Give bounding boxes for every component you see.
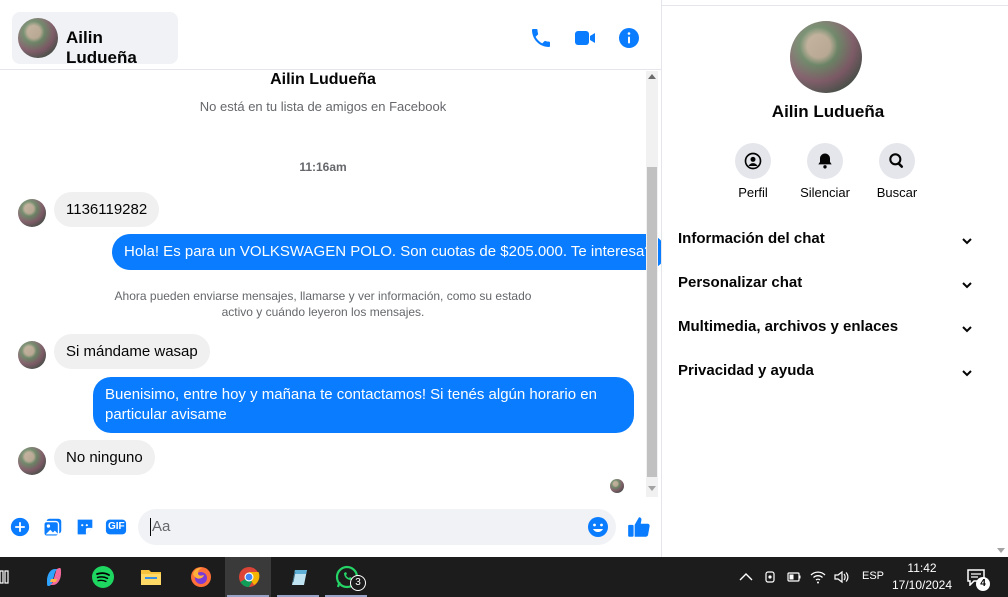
chevron-down-icon [962, 326, 972, 333]
message-input[interactable]: Aa [138, 509, 616, 545]
search-button[interactable]: Buscar [861, 143, 933, 200]
avatar[interactable] [790, 21, 862, 93]
battery-icon[interactable] [786, 569, 802, 585]
taskbar-clock[interactable]: 11:42 17/10/2024 [888, 560, 956, 594]
intro-subtitle: No está en tu lista de amigos en Faceboo… [199, 99, 447, 114]
profile-button[interactable]: Perfil [717, 143, 789, 200]
section-title: Información del chat [678, 230, 825, 247]
notes-icon[interactable] [275, 557, 321, 597]
camera-privacy-icon[interactable] [762, 569, 778, 585]
chevron-down-icon [962, 238, 972, 245]
chevron-up-icon[interactable] [738, 569, 754, 585]
text-caret [150, 518, 151, 536]
chevron-down-icon [962, 370, 972, 377]
bell-icon [818, 153, 832, 169]
contact-name: Ailin Ludueña [66, 28, 137, 67]
message-bubble-outgoing[interactable]: Hola! Es para un VOLKSWAGEN POLO. Son cu… [112, 234, 661, 270]
mute-button[interactable]: Silenciar [789, 143, 861, 200]
gif-label: GIF [108, 521, 125, 532]
scroll-thumb[interactable] [647, 167, 657, 477]
profile-label: Perfil [738, 185, 768, 200]
mute-label: Silenciar [800, 185, 850, 200]
seen-avatar [610, 479, 624, 493]
section-title: Privacidad y ayuda [678, 362, 814, 379]
video-icon[interactable] [573, 26, 597, 50]
emoji-icon[interactable] [586, 515, 610, 539]
chevron-down-icon [962, 282, 972, 289]
section-title: Multimedia, archivos y enlaces [678, 318, 899, 335]
windows-taskbar [0, 557, 1008, 597]
like-icon[interactable] [626, 514, 652, 540]
message-bubble-incoming[interactable]: 1136119282 [54, 192, 160, 227]
panel-contact-name: Ailin Ludueña [771, 102, 885, 121]
phone-icon[interactable] [529, 26, 553, 50]
chrome-icon[interactable] [225, 557, 271, 597]
intro-name: Ailin Ludueña [270, 71, 376, 88]
language-indicator[interactable]: ESP [862, 570, 884, 582]
volume-icon[interactable] [833, 569, 849, 585]
search-icon [889, 153, 904, 168]
scroll-down-arrow-icon[interactable] [648, 486, 656, 491]
composer: GIF Aa [0, 497, 661, 557]
message-list[interactable]: Ailin Ludueña No está en tu lista de ami… [0, 71, 661, 497]
panel-scrollbar[interactable] [994, 6, 1008, 557]
avatar[interactable] [18, 447, 46, 475]
message-bubble-incoming[interactable]: Si mándame wasap [54, 334, 210, 369]
system-notice: Ahora pueden enviarse mensajes, llamarse… [114, 289, 532, 319]
file-explorer-icon[interactable] [127, 557, 173, 597]
clock-date: 17/10/2024 [891, 578, 953, 592]
task-view-icon[interactable] [0, 569, 10, 585]
spotify-icon[interactable] [79, 557, 125, 597]
avatar[interactable] [18, 18, 58, 58]
section-privacy-help[interactable]: Privacidad y ayuda [678, 350, 978, 394]
avatar[interactable] [18, 199, 46, 227]
scroll-down-arrow-icon[interactable] [997, 548, 1005, 553]
notification-count-badge: 4 [976, 577, 990, 591]
section-media-files-links[interactable]: Multimedia, archivos y enlaces [678, 306, 978, 350]
message-bubble-incoming[interactable]: No ninguno [54, 440, 155, 475]
clock-time: 11:42 [907, 561, 937, 575]
chat-column: Ailin Ludueña Ailin Ludueña No está en t… [0, 0, 662, 557]
copilot-icon[interactable] [30, 557, 76, 597]
section-chat-info[interactable]: Información del chat [678, 218, 978, 262]
whatsapp-badge: 3 [350, 575, 366, 591]
firefox-icon[interactable] [177, 557, 223, 597]
profile-icon [744, 152, 762, 170]
section-title: Personalizar chat [678, 274, 803, 291]
message-placeholder: Aa [152, 518, 171, 535]
header-profile-button[interactable]: Ailin Ludueña [12, 12, 178, 67]
sticker-icon[interactable] [74, 516, 96, 538]
search-label: Buscar [876, 185, 918, 200]
avatar[interactable] [18, 341, 46, 369]
chat-header: Ailin Ludueña [0, 6, 661, 70]
message-bubble-outgoing[interactable]: Buenisimo, entre hoy y mañana te contact… [93, 377, 634, 433]
wifi-icon[interactable] [810, 569, 826, 585]
chat-info-panel: Ailin Ludueña Perfil Silenciar Buscar In… [662, 6, 994, 557]
image-icon[interactable] [42, 516, 64, 538]
message-scrollbar[interactable] [646, 71, 658, 497]
info-icon[interactable] [617, 26, 641, 50]
section-customize-chat[interactable]: Personalizar chat [678, 262, 978, 306]
gif-icon[interactable]: GIF [105, 516, 129, 538]
plus-icon[interactable] [9, 516, 31, 538]
scroll-up-arrow-icon[interactable] [648, 74, 656, 79]
message-timestamp: 11:16am [299, 160, 347, 174]
